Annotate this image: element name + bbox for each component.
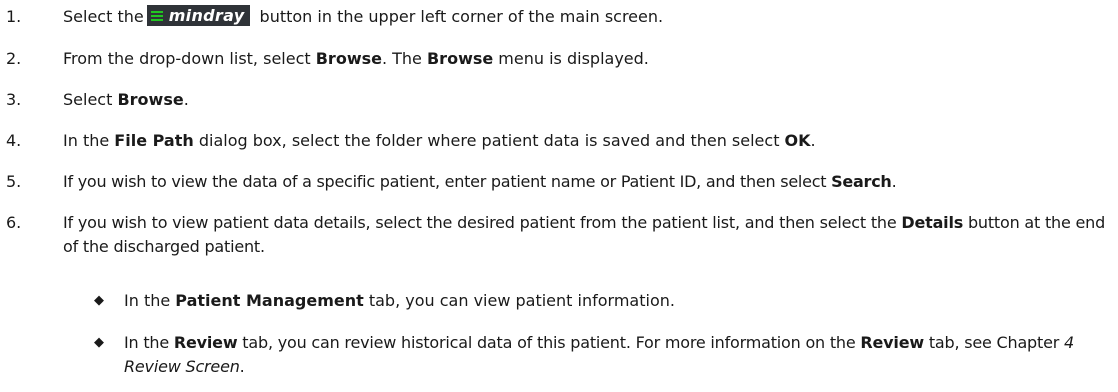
- diamond-bullet-icon: ◆: [94, 335, 104, 350]
- instruction-list: 1. Select the mindray button in the upper…: [0, 0, 1118, 392]
- step-number: 5.: [6, 172, 22, 191]
- mindray-logo-text: mindray: [168, 5, 245, 25]
- step-number: 2.: [6, 49, 22, 68]
- step-text: Select Browse.: [63, 90, 189, 109]
- step-number: 1.: [6, 7, 22, 26]
- step-text: If you wish to view the data of a specif…: [63, 172, 897, 191]
- hamburger-menu-icon: [150, 9, 163, 23]
- step-text: In the File Path dialog box, select the …: [63, 131, 816, 150]
- bullet-text: In the Review tab, you can review histor…: [124, 333, 1074, 376]
- step-number: 4.: [6, 131, 22, 150]
- step-text: Select the mindray button in the upper le…: [63, 5, 664, 26]
- diamond-bullet-icon: ◆: [94, 293, 104, 308]
- step-number: 6.: [6, 213, 22, 232]
- step-number: 3.: [6, 90, 22, 109]
- step-text: From the drop-down list, select Browse. …: [63, 49, 649, 68]
- mindray-menu-button-image: mindray: [146, 5, 251, 26]
- bullet-text: In the Patient Management tab, you can v…: [124, 291, 675, 310]
- step-text: If you wish to view patient data details…: [63, 213, 1106, 256]
